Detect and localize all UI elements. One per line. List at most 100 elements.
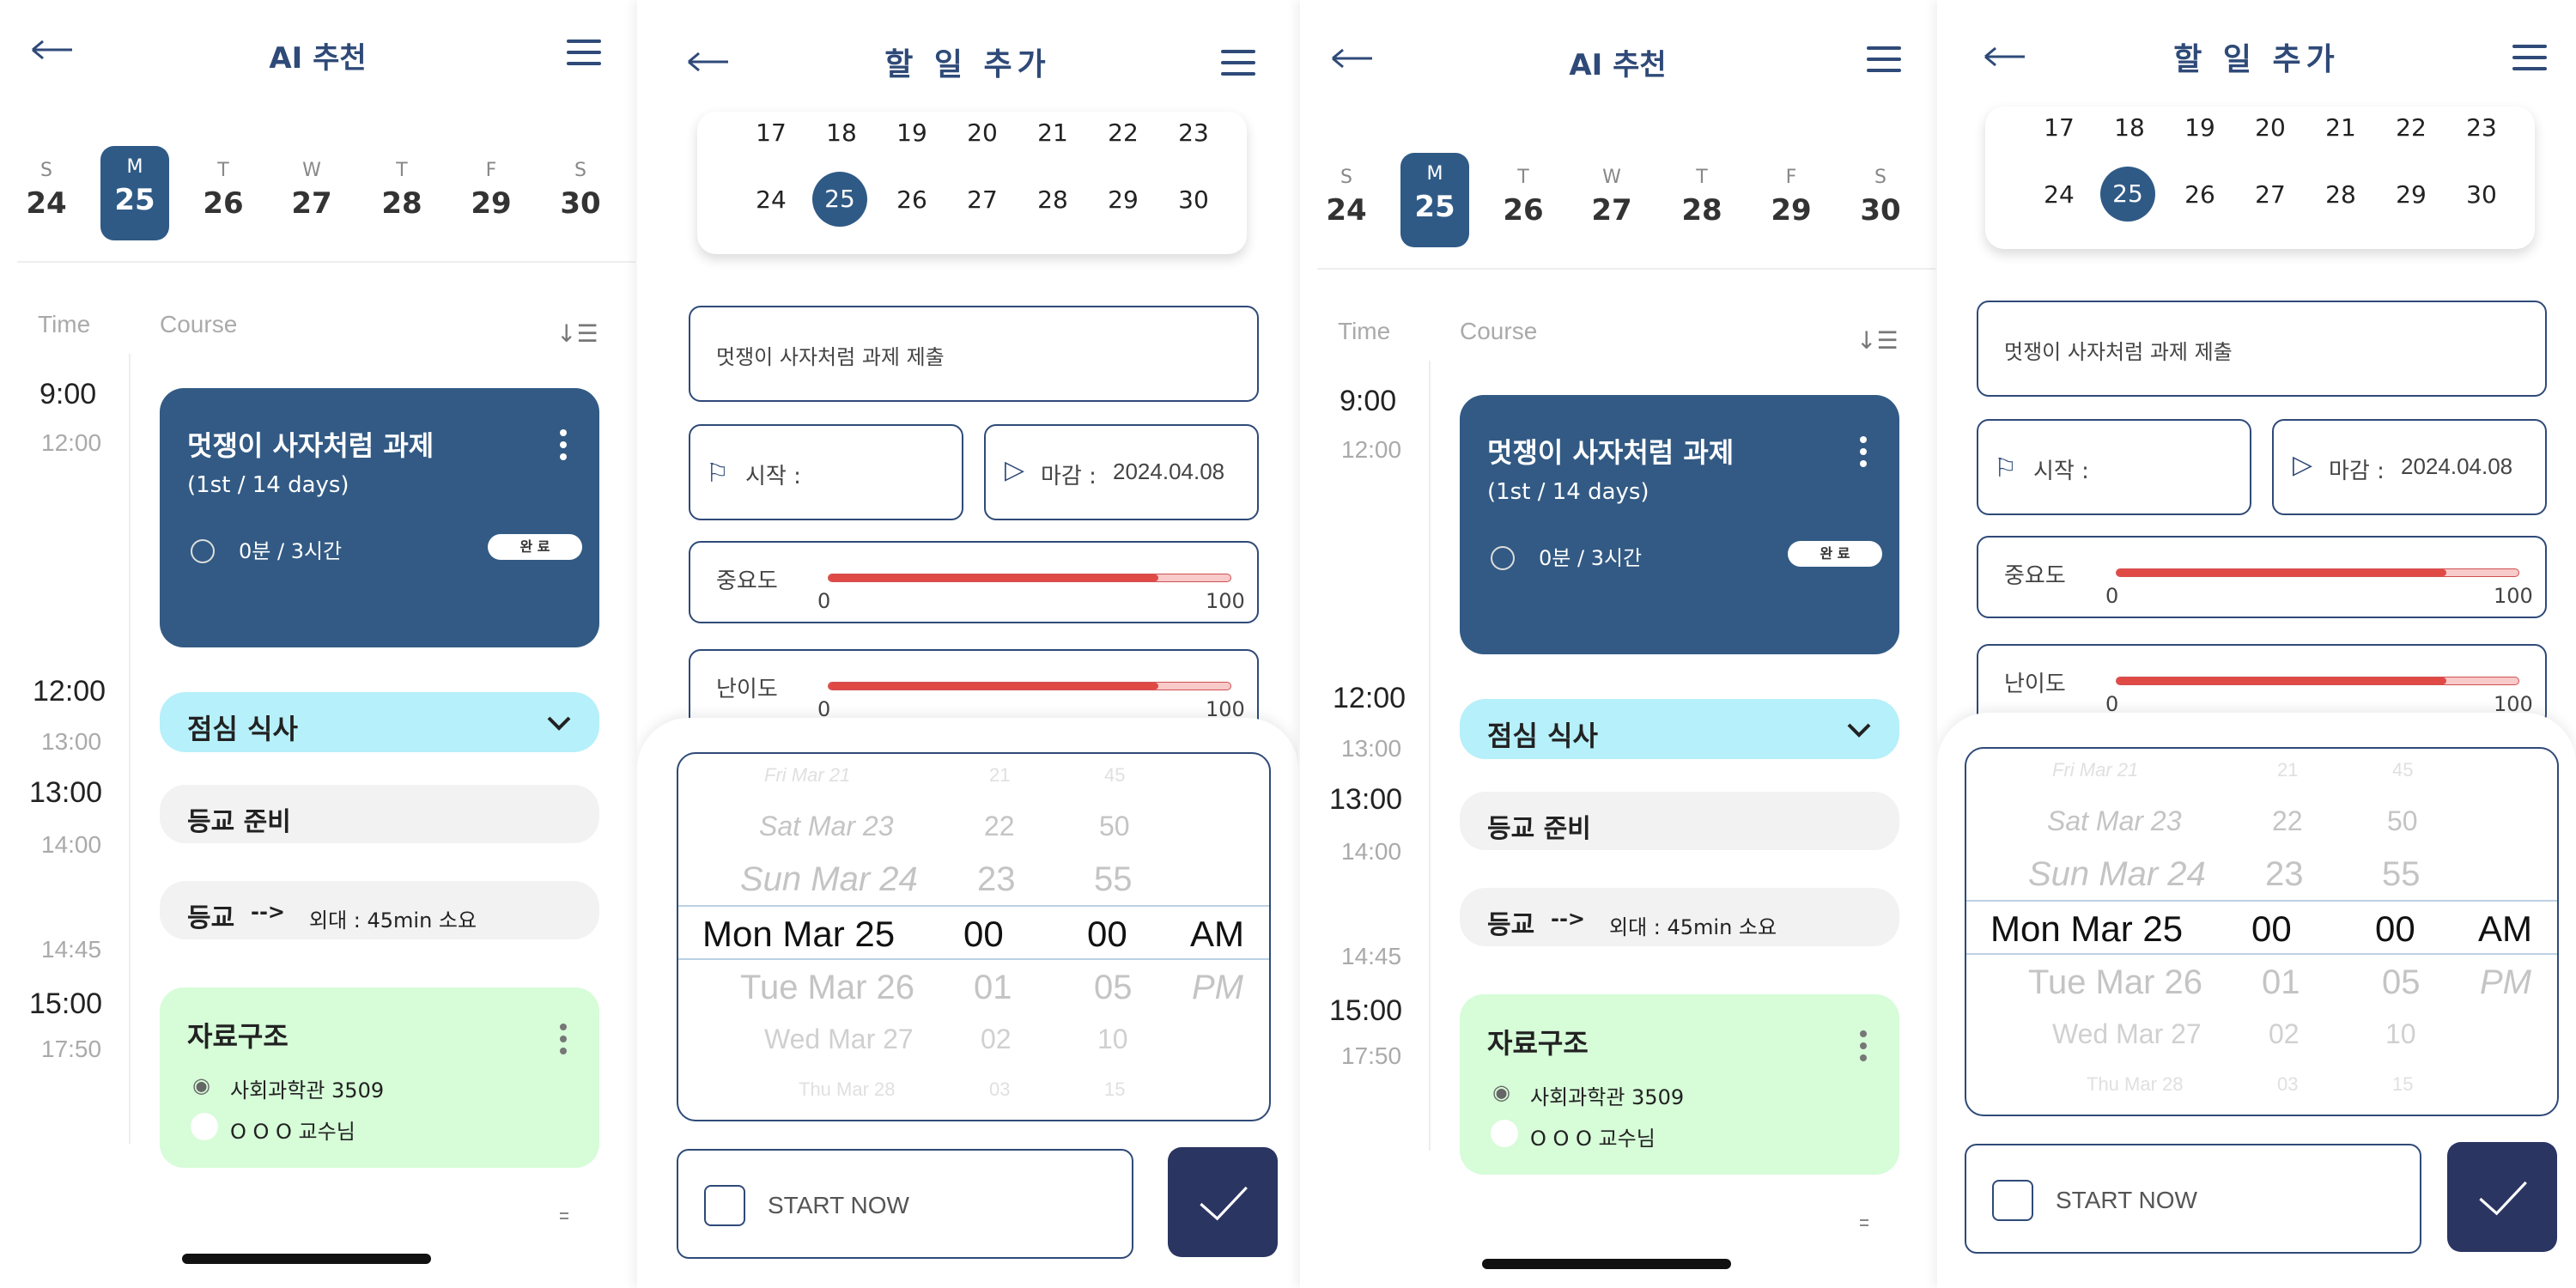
date-time-picker[interactable]: Fri Mar 21 Sat Mar 23 Sun Mar 24 Mon Mar…	[1965, 747, 2559, 1116]
day-item[interactable]: W 27	[277, 160, 346, 221]
picker-hour[interactable]: 21	[2277, 759, 2298, 781]
calendar-day[interactable]: 23	[1168, 118, 1219, 147]
picker-hour[interactable]: 22	[2272, 805, 2303, 837]
more-icon[interactable]	[560, 429, 568, 465]
day-item[interactable]: S 24	[1312, 167, 1381, 228]
due-field[interactable]: ▷ 마감 : 2024.04.08	[984, 424, 1259, 520]
more-icon[interactable]	[560, 1024, 568, 1060]
picker-ampm[interactable]: PM	[2480, 963, 2531, 1002]
picker-minute[interactable]: 15	[1104, 1078, 1125, 1101]
picker-hour[interactable]: 03	[989, 1078, 1010, 1101]
day-item[interactable]: T 28	[368, 160, 436, 221]
picker-date[interactable]: Wed Mar 27	[764, 1024, 914, 1055]
calendar-day[interactable]: 23	[2456, 113, 2507, 142]
course-card[interactable]: 자료구조 ◉ 사회과학관 3509 O O O 교수님	[1460, 994, 1899, 1175]
calendar-day[interactable]: 22	[1097, 118, 1149, 147]
day-item[interactable]: S 24	[12, 160, 81, 221]
picker-hour[interactable]: 22	[984, 811, 1015, 842]
picker-date[interactable]: Sun Mar 24	[2028, 855, 2206, 894]
day-item[interactable]: T 26	[189, 160, 258, 221]
calendar-day-selected[interactable]: 25	[2100, 167, 2155, 222]
day-item[interactable]: S 30	[546, 160, 615, 221]
picker-minute[interactable]: 10	[1097, 1024, 1128, 1055]
calendar-day[interactable]: 17	[2033, 113, 2085, 142]
start-now-toggle[interactable]: START NOW	[677, 1149, 1133, 1259]
day-item[interactable]: T 26	[1489, 167, 1558, 228]
calendar-day[interactable]: 27	[957, 185, 1008, 214]
picker-hour-selected[interactable]: 00	[2251, 908, 2292, 950]
picker-hour[interactable]: 03	[2277, 1073, 2298, 1096]
day-item-selected[interactable]: M 25	[1400, 153, 1469, 247]
task-card[interactable]: 멋쟁이 사자처럼 과제 (1st / 14 days) 0분 / 3시간 완 료	[1460, 395, 1899, 654]
day-item[interactable]: W 27	[1577, 167, 1646, 228]
due-field[interactable]: ▷ 마감 : 2024.04.08	[2272, 419, 2547, 515]
calendar-day[interactable]: 17	[745, 118, 797, 147]
list-item[interactable]: 등교 --> 외대 : 45min 소요	[160, 881, 599, 939]
lunch-item[interactable]: 점심 식사	[1460, 699, 1899, 759]
start-now-checkbox[interactable]	[1992, 1180, 2033, 1221]
calendar-day[interactable]: 26	[886, 185, 938, 214]
importance-bar[interactable]	[2116, 568, 2519, 577]
menu-icon[interactable]	[1221, 50, 1255, 76]
menu-icon[interactable]	[1867, 46, 1901, 72]
calendar-day[interactable]: 29	[2385, 180, 2437, 209]
picker-minute[interactable]: 50	[1099, 811, 1130, 842]
done-button[interactable]: 완 료	[488, 534, 582, 560]
picker-hour[interactable]: 01	[974, 969, 1012, 1007]
calendar-day[interactable]: 22	[2385, 113, 2437, 142]
calendar-day[interactable]: 28	[1027, 185, 1078, 214]
picker-minute[interactable]: 55	[1094, 860, 1133, 899]
course-card[interactable]: 자료구조 ◉ 사회과학관 3509 O O O 교수님	[160, 987, 599, 1168]
calendar-day-selected[interactable]: 25	[812, 172, 867, 227]
picker-minute[interactable]: 45	[2392, 759, 2413, 781]
chevron-down-icon[interactable]	[546, 714, 572, 732]
menu-icon[interactable]	[567, 39, 601, 65]
day-item[interactable]: T 28	[1668, 167, 1736, 228]
picker-date[interactable]: Wed Mar 27	[2052, 1018, 2202, 1050]
task-card[interactable]: 멋쟁이 사자처럼 과제 (1st / 14 days) 0분 / 3시간 완 료	[160, 388, 599, 647]
picker-hour[interactable]: 23	[2265, 855, 2304, 894]
picker-date[interactable]: Thu Mar 28	[2087, 1073, 2184, 1096]
importance-slider[interactable]: 중요도 0 100	[1977, 536, 2547, 618]
chevron-down-icon[interactable]	[1846, 721, 1872, 738]
more-icon[interactable]	[1860, 1030, 1868, 1066]
picker-date[interactable]: Fri Mar 21	[764, 764, 850, 787]
calendar-day[interactable]: 26	[2174, 180, 2226, 209]
calendar-day[interactable]: 27	[2245, 180, 2296, 209]
calendar-day[interactable]: 24	[2033, 180, 2085, 209]
calendar-day[interactable]: 20	[957, 118, 1008, 147]
calendar-day[interactable]: 28	[2315, 180, 2366, 209]
calendar-day[interactable]: 30	[2456, 180, 2507, 209]
sort-icon[interactable]: ↓☰	[1856, 326, 1899, 355]
start-field[interactable]: ⚐ 시작 :	[689, 424, 963, 520]
day-item[interactable]: S 30	[1846, 167, 1915, 228]
day-item[interactable]: F 29	[1757, 167, 1826, 228]
start-field[interactable]: ⚐ 시작 :	[1977, 419, 2251, 515]
picker-hour[interactable]: 23	[977, 860, 1016, 899]
picker-hour[interactable]: 02	[2269, 1018, 2300, 1050]
date-time-picker[interactable]: Fri Mar 21 Sat Mar 23 Sun Mar 24 Mon Mar…	[677, 752, 1271, 1121]
picker-minute[interactable]: 05	[2382, 963, 2421, 1002]
picker-minute[interactable]: 15	[2392, 1073, 2413, 1096]
picker-ampm-selected[interactable]: AM	[2478, 908, 2532, 950]
list-item[interactable]: 등교 --> 외대 : 45min 소요	[1460, 888, 1899, 946]
picker-date-selected[interactable]: Mon Mar 25	[1990, 908, 2183, 950]
picker-minute[interactable]: 55	[2382, 855, 2421, 894]
confirm-button[interactable]	[2447, 1142, 2557, 1252]
list-item[interactable]: 등교 준비	[160, 785, 599, 843]
picker-date[interactable]: Fri Mar 21	[2052, 759, 2138, 781]
picker-hour[interactable]: 21	[989, 764, 1010, 787]
picker-hour-selected[interactable]: 00	[963, 914, 1004, 955]
difficulty-bar[interactable]	[828, 682, 1231, 690]
calendar-day[interactable]: 19	[2174, 113, 2226, 142]
menu-icon[interactable]	[2512, 45, 2547, 70]
done-button[interactable]: 완 료	[1788, 541, 1882, 567]
calendar-day[interactable]: 30	[1168, 185, 1219, 214]
calendar-day[interactable]: 18	[2104, 113, 2155, 142]
difficulty-bar[interactable]	[2116, 677, 2519, 685]
task-name-input[interactable]: 멋쟁이 사자처럼 과제 제출	[1977, 301, 2547, 397]
picker-ampm[interactable]: PM	[1192, 969, 1243, 1007]
sort-icon[interactable]: ↓☰	[556, 319, 598, 348]
importance-bar[interactable]	[828, 574, 1231, 582]
picker-minute[interactable]: 10	[2385, 1018, 2416, 1050]
